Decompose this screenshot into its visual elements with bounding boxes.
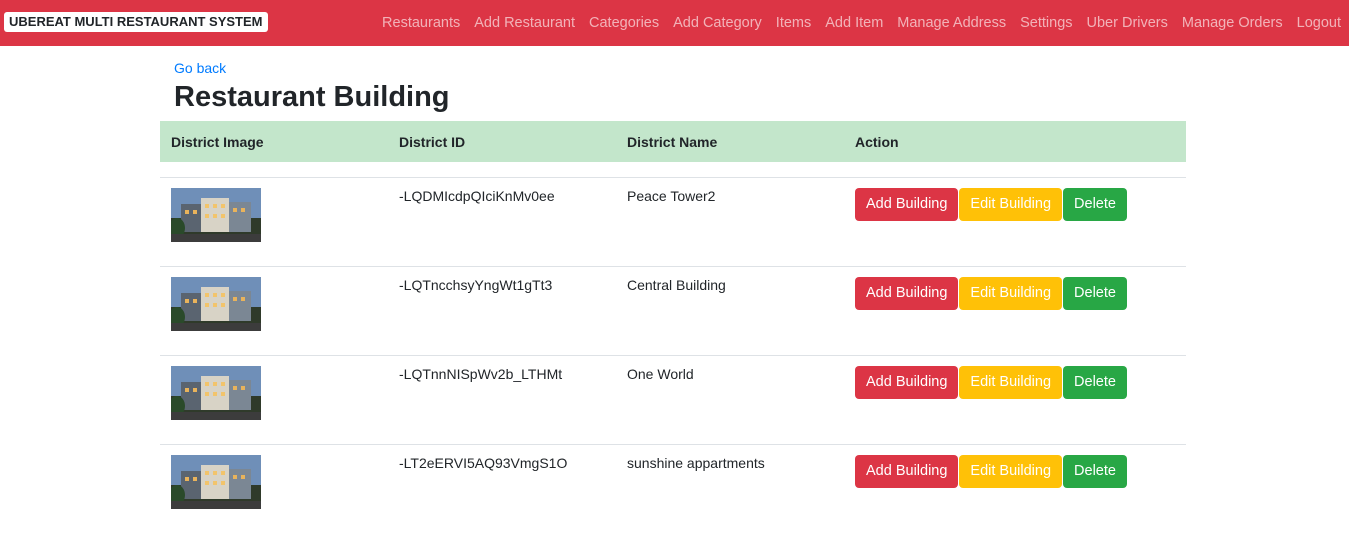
building-image (171, 454, 261, 509)
delete-button[interactable]: Delete (1063, 454, 1127, 488)
edit-building-button[interactable]: Edit Building (959, 365, 1063, 399)
table-row: -LQTnnNISpWv2b_LTHMt One World Add Build… (160, 355, 1186, 444)
nav-link-logout[interactable]: Logout (1297, 15, 1341, 31)
table-row: -LQTncchsyYngWt1gTt3 Central Building Ad… (160, 266, 1186, 355)
edit-building-button[interactable]: Edit Building (959, 454, 1063, 488)
edit-building-button[interactable]: Edit Building (959, 276, 1063, 310)
action-buttons: Add Building Edit Building Delete (855, 276, 1175, 310)
district-id: -LT2eERVI5AQ93VmgS1O (399, 454, 568, 471)
page-title: Restaurant Building (174, 81, 450, 113)
nav-link-settings[interactable]: Settings (1020, 15, 1072, 31)
delete-button[interactable]: Delete (1063, 365, 1127, 399)
add-building-button[interactable]: Add Building (855, 187, 959, 221)
add-building-button[interactable]: Add Building (855, 365, 959, 399)
building-image (171, 187, 261, 242)
delete-button[interactable]: Delete (1063, 276, 1127, 310)
table-header-row: District Image District ID District Name… (160, 121, 1186, 162)
brand-logo[interactable]: UBEREAT MULTI RESTAURANT SYSTEM (4, 12, 268, 32)
nav-link-uber-drivers[interactable]: Uber Drivers (1087, 15, 1168, 31)
nav-link-manage-address[interactable]: Manage Address (897, 15, 1006, 31)
district-name: One World (627, 365, 694, 382)
nav-link-items[interactable]: Items (776, 15, 811, 31)
table-row: -LQDMIcdpQIciKnMv0ee Peace Tower2 Add Bu… (160, 177, 1186, 266)
action-buttons: Add Building Edit Building Delete (855, 454, 1175, 488)
nav-link-add-item[interactable]: Add Item (825, 15, 883, 31)
column-header-district-image: District Image (171, 133, 264, 150)
district-id: -LQTnnNISpWv2b_LTHMt (399, 365, 563, 382)
district-id: -LQTncchsyYngWt1gTt3 (399, 276, 553, 293)
nav-link-restaurants[interactable]: Restaurants (382, 15, 460, 31)
top-navbar: UBEREAT MULTI RESTAURANT SYSTEM Restaura… (0, 0, 1349, 46)
edit-building-button[interactable]: Edit Building (959, 187, 1063, 221)
column-header-action: Action (855, 133, 899, 150)
column-header-district-id: District ID (399, 133, 466, 150)
go-back-link[interactable]: Go back (174, 60, 226, 76)
nav-link-manage-orders[interactable]: Manage Orders (1182, 15, 1283, 31)
nav-link-add-restaurant[interactable]: Add Restaurant (474, 15, 575, 31)
district-name: Peace Tower2 (627, 187, 716, 204)
action-buttons: Add Building Edit Building Delete (855, 365, 1175, 399)
column-header-district-name: District Name (627, 133, 718, 150)
building-image (171, 365, 261, 420)
table-row: -LT2eERVI5AQ93VmgS1O sunshine appartment… (160, 444, 1186, 533)
nav-link-categories[interactable]: Categories (589, 15, 659, 31)
header-spacer (160, 162, 1186, 177)
district-name: Central Building (627, 276, 726, 293)
district-table: District Image District ID District Name… (160, 121, 1186, 533)
district-id: -LQDMIcdpQIciKnMv0ee (399, 187, 555, 204)
nav-link-add-category[interactable]: Add Category (673, 15, 762, 31)
building-image (171, 276, 261, 331)
action-buttons: Add Building Edit Building Delete (855, 187, 1175, 221)
add-building-button[interactable]: Add Building (855, 454, 959, 488)
nav-links: Restaurants Add Restaurant Categories Ad… (382, 0, 1341, 46)
delete-button[interactable]: Delete (1063, 187, 1127, 221)
add-building-button[interactable]: Add Building (855, 276, 959, 310)
district-name: sunshine appartments (627, 454, 765, 471)
